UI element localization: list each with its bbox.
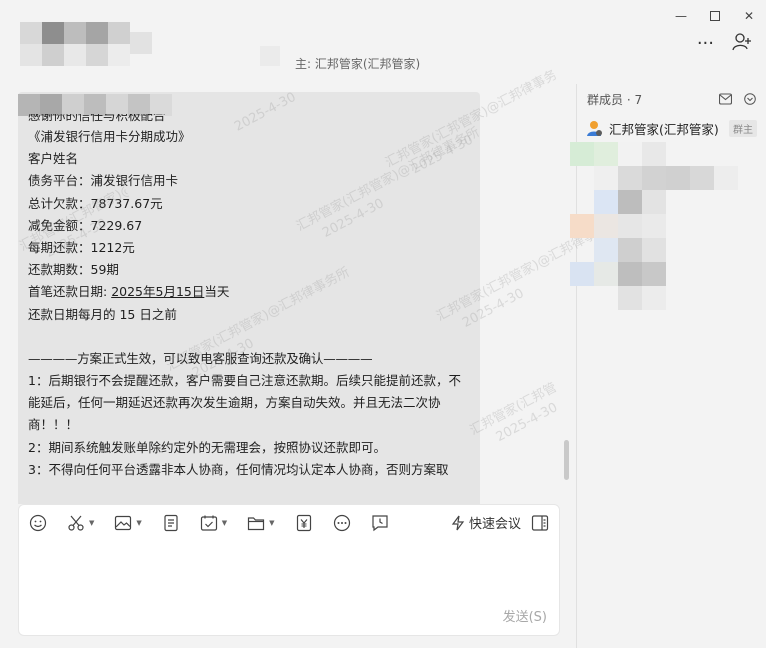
lightning-icon	[451, 515, 465, 530]
send-button[interactable]: 发送(S)	[503, 606, 547, 625]
message-line: 感谢你的信任与积极配合	[28, 114, 166, 123]
member-name: 汇邦管家(汇邦管家)	[609, 121, 719, 137]
message-line: 总计欠款：78737.67元	[28, 195, 163, 211]
chevron-down-icon[interactable]: ▼	[222, 519, 227, 527]
message-text: 感谢你的信任与积极配合 《浦发银行信用卡分期成功》 客户姓名 债务平台：浦发银行…	[28, 114, 478, 481]
more-icon[interactable]	[333, 514, 351, 532]
window-controls: — ✕	[664, 6, 766, 26]
folder-icon[interactable]: ▼	[247, 514, 275, 532]
monthly-due-line: 还款日期每月的 15 日之前	[28, 306, 177, 322]
minimize-button[interactable]: —	[664, 6, 698, 26]
chevron-down-icon[interactable]: ▼	[89, 519, 94, 527]
member-item[interactable]: 汇邦管家(汇邦管家) 群主	[585, 118, 761, 138]
quick-meeting-button[interactable]: 快速会议	[451, 513, 521, 532]
message-line: 《浦发银行信用卡分期成功》	[28, 129, 191, 144]
sidebar-actions	[718, 90, 756, 109]
compose-box[interactable]: ▼ ▼ ▼ ▼ 快速会议 发送(S)	[18, 504, 560, 636]
close-button[interactable]: ✕	[732, 6, 766, 26]
image-icon[interactable]: ▼	[114, 514, 142, 532]
notice-header: ————方案正式生效，可以致电客服查询还款及确认————	[28, 350, 373, 366]
blurred-sender	[18, 94, 178, 116]
more-options-icon[interactable]: ···	[697, 35, 714, 53]
task-icon[interactable]: ▼	[200, 514, 227, 532]
quick-meeting-label: 快速会议	[468, 517, 521, 532]
chat-scrollbar[interactable]	[564, 440, 569, 480]
first-payment-line: 首笔还款日期: 2025年5月15日当天	[28, 281, 478, 303]
red-packet-icon[interactable]	[295, 514, 313, 532]
document-icon[interactable]	[162, 514, 180, 532]
chat-area: 感谢你的信任与积极配合 《浦发银行信用卡分期成功》 客户姓名 债务平台：浦发银行…	[0, 84, 576, 504]
first-payment-label: 首笔还款日期:	[28, 284, 112, 300]
scissors-icon[interactable]: ▼	[67, 514, 94, 532]
avatar	[585, 119, 603, 137]
message-line: 客户姓名	[28, 151, 79, 167]
chevron-down-icon[interactable]: ▼	[269, 519, 274, 527]
message-line: 减免金额：7229.67	[28, 217, 143, 233]
side-panel-toggle-icon[interactable]	[531, 514, 549, 536]
member-count-header: 群成员 · 7	[587, 93, 643, 107]
message-line: 还款期数：59期	[28, 262, 119, 278]
chevron-down-icon[interactable]: ▼	[136, 519, 141, 527]
maximize-button[interactable]	[698, 6, 732, 26]
owner-badge: 群主	[729, 120, 757, 137]
add-member-icon[interactable]	[732, 32, 752, 56]
header-actions: ···	[697, 32, 752, 56]
first-payment-date-link[interactable]: 2025年5月15日	[111, 284, 204, 299]
rule-item: 3：不得向任何平台透露非本人协商，任何情况均认定本人协商，否则方案取	[28, 461, 449, 477]
blurred-member-list	[570, 142, 740, 312]
message-line: 每期还款：1212元	[28, 239, 135, 255]
rule-item: 2：期间系统触发账单除约定外的无需理会，按照协议还款即可。	[28, 439, 386, 455]
rule-item: 1：后期银行不会提醒还款，客户需要自己注意还款期。后续只能提前还款，不能延后，任…	[28, 373, 461, 433]
maximize-icon	[710, 11, 720, 21]
chevron-down-icon[interactable]	[744, 90, 756, 109]
clock-icon[interactable]	[371, 514, 389, 532]
first-payment-suffix: 当天	[204, 284, 230, 300]
emoji-icon[interactable]	[29, 514, 47, 532]
mail-icon[interactable]	[718, 90, 733, 109]
blurred-group-title	[20, 22, 280, 72]
message-line: 债务平台：浦发银行信用卡	[28, 173, 179, 189]
chat-subtitle: 主: 汇邦管家(汇邦管家)	[295, 57, 421, 71]
